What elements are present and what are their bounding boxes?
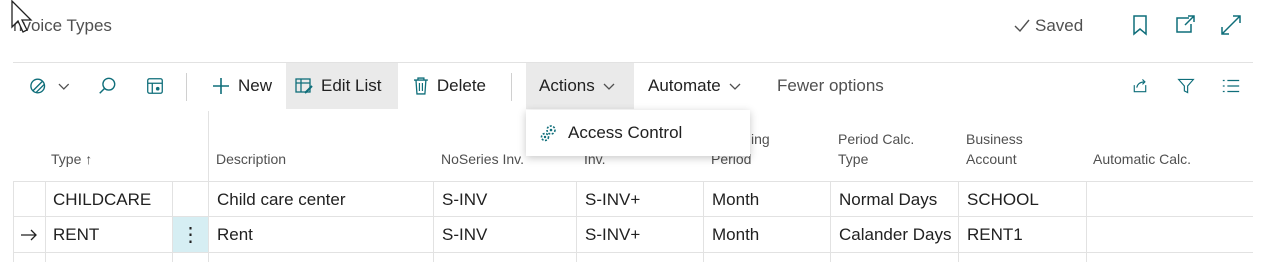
chevron-down-icon (58, 83, 70, 90)
saved-status: Saved (1013, 16, 1083, 36)
cell-description[interactable]: Rent (209, 217, 433, 252)
cell-automatic-calc[interactable] (1087, 217, 1253, 252)
cell-business-account[interactable]: SCHOOL (959, 182, 1086, 217)
actions-dropdown-item-access-control[interactable]: Access Control (526, 110, 750, 156)
cell-period[interactable]: Month (704, 217, 830, 252)
cell-period[interactable]: Month (704, 182, 830, 217)
column-header-label: Automatic Calc. (1093, 151, 1192, 167)
list-view-button[interactable] (1213, 63, 1249, 109)
access-control-icon (540, 125, 556, 142)
column-header-label-line1: Period Calc. (838, 131, 915, 147)
chevron-down-icon (603, 83, 615, 90)
trash-icon (413, 77, 428, 95)
cell-noseries-inv[interactable]: S-INV (434, 217, 576, 252)
column-header-label-line2: Type (838, 151, 869, 167)
cell-inv[interactable]: S-INV+ (577, 182, 703, 217)
page-header: nvoice Types Saved (0, 0, 1266, 58)
column-header-label: Description (216, 151, 287, 167)
cell-type[interactable]: CHILDCARE (45, 182, 172, 217)
fewer-options-button[interactable]: Fewer options (769, 63, 889, 109)
toolbar-separator (186, 73, 187, 101)
column-header-automatic-calc[interactable]: Automatic Calc. (1093, 111, 1243, 181)
list-view-icon (1222, 79, 1240, 93)
search-button[interactable] (89, 63, 125, 109)
automate-label: Automate (648, 76, 721, 95)
edit-list-icon (295, 78, 313, 94)
row-indicator (13, 217, 45, 252)
toolbar-separator (511, 73, 512, 101)
fewer-options-label: Fewer options (777, 76, 884, 95)
bookmark-icon[interactable] (1128, 13, 1152, 37)
column-header-label: Type ↑ (51, 151, 93, 167)
delete-label: Delete (436, 76, 486, 95)
cell-noseries-inv[interactable]: S-INV (434, 182, 576, 217)
chevron-down-icon (729, 83, 741, 90)
plus-icon (213, 78, 229, 94)
column-header-label-line1: Business (966, 131, 1023, 147)
column-header-label-line2: Account (966, 151, 1017, 167)
share-button[interactable] (1123, 63, 1157, 109)
actions-menu-button[interactable]: Actions (526, 63, 634, 109)
new-button[interactable]: New (203, 63, 285, 109)
cell-calc-type[interactable]: Normal Days (831, 182, 958, 217)
row-arrow-icon (21, 229, 37, 240)
column-header-type[interactable]: Type ↑ (51, 111, 171, 181)
checkmark-icon (1014, 19, 1030, 33)
column-header-business-account[interactable]: Business Account (966, 111, 1081, 181)
column-header-period-calc-type[interactable]: Period Calc. Type (838, 111, 953, 181)
filter-toggle-button[interactable] (21, 63, 77, 109)
edit-list-label: Edit List (321, 76, 382, 95)
cell-business-account[interactable]: RENT1 (959, 217, 1086, 252)
search-icon (99, 77, 116, 94)
table-row-selected[interactable]: RENT ⋮ Rent S-INV S-INV+ Month Calander … (13, 217, 1253, 252)
column-header-description[interactable]: Description (216, 111, 426, 181)
edit-list-button[interactable]: Edit List (286, 63, 398, 109)
cursor-arrow-icon (11, 0, 33, 33)
cell-inv[interactable]: S-INV+ (577, 217, 703, 252)
cell-type[interactable]: RENT (45, 217, 172, 252)
saved-label: Saved (1035, 16, 1084, 35)
delete-button[interactable]: Delete (404, 63, 494, 109)
actions-label: Actions (539, 76, 595, 95)
open-new-window-icon[interactable] (1173, 13, 1197, 37)
automate-menu-button[interactable]: Automate (640, 63, 752, 109)
filter-button[interactable] (1169, 63, 1203, 109)
share-icon (1133, 79, 1147, 93)
table-row[interactable]: CHILDCARE Child care center S-INV S-INV+… (13, 182, 1253, 217)
personalize-icon (147, 78, 163, 94)
filter-icon (1177, 78, 1195, 94)
cell-description[interactable]: Child care center (209, 182, 433, 217)
command-bar: New Edit List Delete Actions Automate Fe… (13, 63, 1253, 111)
expand-icon[interactable] (1219, 13, 1243, 37)
column-header-label: NoSeries Inv. (441, 151, 524, 167)
cell-calc-type[interactable]: Calander Days (831, 217, 958, 252)
filter-toggle-icon (30, 78, 46, 94)
access-control-label: Access Control (568, 123, 683, 142)
row-divider (13, 252, 1253, 253)
cell-automatic-calc[interactable] (1087, 182, 1253, 217)
personalize-button[interactable] (137, 63, 173, 109)
more-options-icon[interactable]: ⋮ (173, 217, 208, 252)
new-label: New (238, 76, 273, 95)
